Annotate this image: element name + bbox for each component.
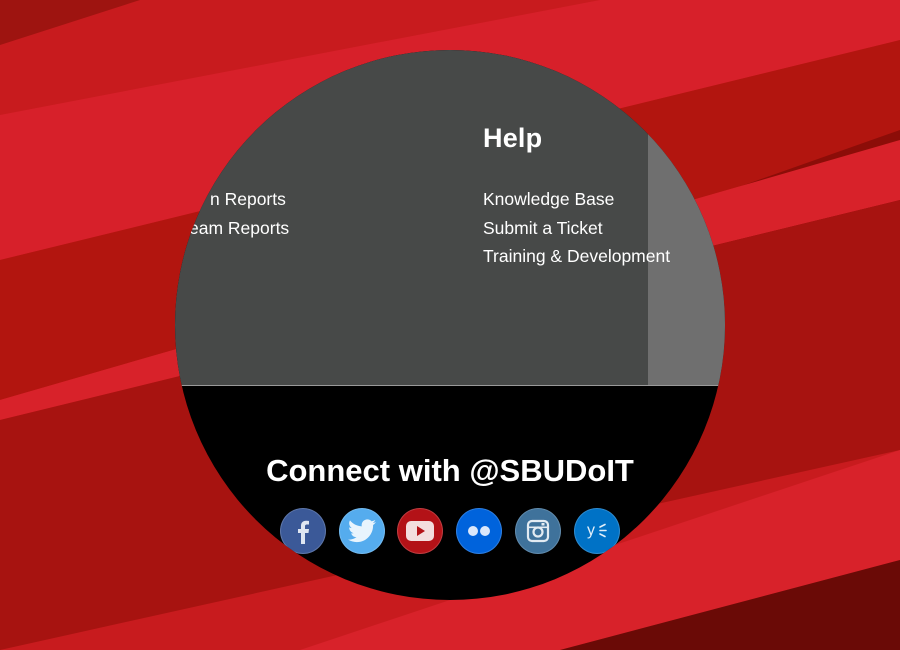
help-column-title: Help bbox=[483, 123, 543, 153]
connect-heading: Connect with @SBUDoIT bbox=[266, 453, 634, 488]
reports-column-title: s bbox=[220, 123, 236, 153]
svg-text:y: y bbox=[587, 522, 595, 539]
knowledge-base-link[interactable]: Knowledge Base bbox=[483, 189, 614, 210]
flickr-icon[interactable] bbox=[456, 508, 502, 554]
yammer-icon[interactable]: y bbox=[574, 508, 620, 554]
youtube-icon[interactable] bbox=[397, 508, 443, 554]
reports-link-2[interactable]: eam Reports bbox=[189, 218, 289, 239]
footer-links-panel: s n Reports eam Reports Help Knowledge B… bbox=[175, 50, 725, 386]
twitter-icon[interactable] bbox=[339, 508, 385, 554]
facebook-icon[interactable] bbox=[280, 508, 326, 554]
footer-circle-mask: s n Reports eam Reports Help Knowledge B… bbox=[175, 50, 725, 600]
instagram-icon[interactable] bbox=[515, 508, 561, 554]
training-development-link[interactable]: Training & Development bbox=[483, 246, 670, 267]
reports-link-1[interactable]: n Reports bbox=[210, 189, 286, 210]
submit-ticket-link[interactable]: Submit a Ticket bbox=[483, 218, 603, 239]
